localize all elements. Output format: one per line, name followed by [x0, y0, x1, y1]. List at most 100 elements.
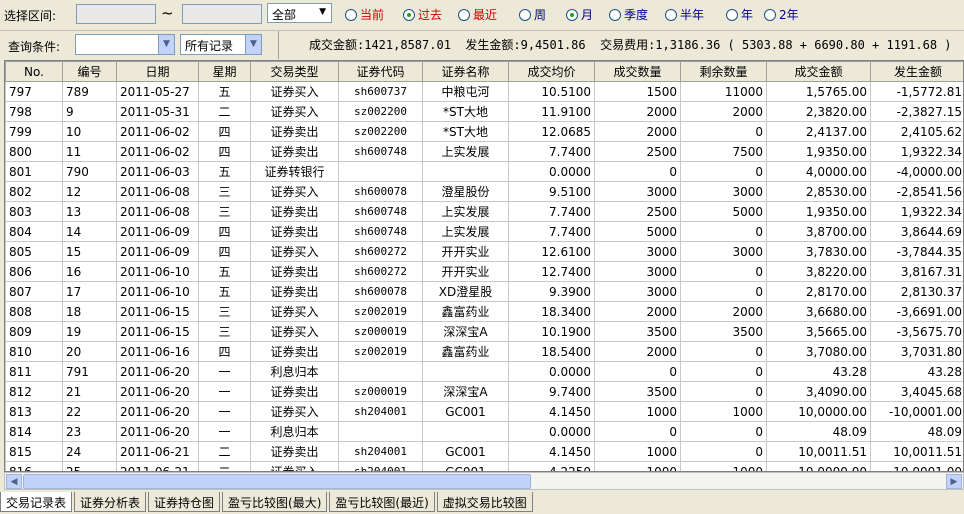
period-radio-4[interactable]: 月 [566, 6, 593, 23]
scope-value: 全部 [272, 8, 297, 22]
table-cell: 2011-06-08 [116, 181, 199, 202]
table-cell: 791 [62, 361, 117, 382]
scroll-left-icon[interactable]: ◀ [6, 474, 22, 489]
period-radio-8[interactable]: 2年 [764, 6, 799, 23]
period-radio-0[interactable]: 当前 [345, 6, 384, 23]
table-cell: 10,0011.51 [870, 441, 963, 462]
table-cell: GC001 [422, 441, 509, 462]
table-row[interactable]: 806 16 2011-06-10 五证券卖出 sh600272 开开实业 12.7400 3… [5, 261, 963, 282]
table-cell: 二 [198, 441, 251, 462]
table-cell: 五 [198, 281, 251, 302]
table-row[interactable]: 810 20 2011-06-16 四证券卖出 sz002019 鑫富药业 18.5400 2… [5, 341, 963, 362]
table-row[interactable]: 812 21 2011-06-20 一证券卖出 sz000019 深深宝A 9.7400 35… [5, 381, 963, 402]
period-radio-1[interactable]: 过去 [403, 6, 442, 23]
scrollbar-thumb[interactable] [23, 474, 531, 489]
period-radio-7[interactable]: 年 [726, 6, 753, 23]
table-row[interactable]: 804 14 2011-06-09 四证券卖出 sh600748 上实发展 7.7400 50… [5, 221, 963, 242]
column-header[interactable]: 成交数量 [594, 61, 681, 82]
table-cell: 3000 [594, 181, 681, 202]
table-cell: 3,7830.00 [766, 241, 871, 262]
period-radio-3[interactable]: 周 [519, 6, 546, 23]
tab-1[interactable]: 证券分析表 [74, 492, 147, 512]
records-select[interactable]: 所有记录 ▼ [180, 34, 262, 55]
column-header[interactable]: 证券代码 [338, 61, 423, 82]
table-row[interactable]: 809 19 2011-06-15 三证券买入 sz000019 深深宝A 10.1900 3… [5, 321, 963, 342]
table-cell: 四 [198, 141, 251, 162]
table-row[interactable]: 811 791 2011-06-20 一利息归本 0.0000 0 0 43.28 43.28 [5, 361, 963, 382]
table-cell: 2011-06-08 [116, 201, 199, 222]
table-cell: 802 [5, 181, 63, 202]
table-row[interactable]: 797 789 2011-05-27 五证券买入 sh600737 中粮屯河 10.5100… [5, 81, 963, 102]
table-cell: sz000019 [338, 321, 423, 342]
table-row[interactable]: 814 23 2011-06-20 一利息归本 0.0000 0 0 48.09 48.09 [5, 421, 963, 442]
table-cell: 11 [62, 141, 117, 162]
tab-0[interactable]: 交易记录表 [0, 492, 73, 512]
table-row[interactable]: 800 11 2011-06-02 四证券卖出 sh600748 上实发展 7.7400 25… [5, 141, 963, 162]
period-radio-2[interactable]: 最近 [458, 6, 497, 23]
table-cell: 22 [62, 401, 117, 422]
table-cell: 808 [5, 301, 63, 322]
column-header[interactable]: No. [5, 61, 63, 82]
table-row[interactable]: 816 25 2011-06-21 二证券买入 sh204001 GC001 4.2250 1… [5, 461, 963, 471]
table-cell: 0 [680, 261, 767, 282]
tab-4[interactable]: 盈亏比较图(最近) [329, 492, 435, 512]
table-cell: sh600272 [338, 241, 423, 262]
table-cell: 3,5665.00 [766, 321, 871, 342]
column-header[interactable]: 剩余数量 [680, 61, 767, 82]
table-cell: 2011-06-02 [116, 121, 199, 142]
table-row[interactable]: 815 24 2011-06-21 二证券卖出 sh204001 GC001 4.1450 1… [5, 441, 963, 462]
table-cell: 一 [198, 401, 251, 422]
table-row[interactable]: 807 17 2011-06-10 五证券卖出 sh600078 XD澄星股 9.3900 3… [5, 281, 963, 302]
column-header[interactable]: 日期 [116, 61, 199, 82]
column-header[interactable]: 发生金额 [870, 61, 963, 82]
table-row[interactable]: 805 15 2011-06-09 四证券买入 sh600272 开开实业 12.6100 3… [5, 241, 963, 262]
table-cell: -10,0001.00 [870, 401, 963, 422]
scope-dropdown[interactable]: 全部 ▼ [267, 3, 332, 23]
radio-label: 半年 [680, 8, 705, 22]
radio-label: 周 [534, 8, 547, 22]
column-header[interactable]: 星期 [198, 61, 251, 82]
scroll-right-icon[interactable]: ▶ [946, 474, 962, 489]
table-cell: 利息归本 [250, 361, 339, 382]
table-cell: 3,4045.68 [870, 381, 963, 402]
column-header[interactable]: 证券名称 [422, 61, 509, 82]
start-date-input[interactable] [76, 4, 156, 24]
horizontal-scrollbar[interactable]: ◀ ▶ [4, 472, 964, 490]
column-header[interactable]: 成交均价 [508, 61, 595, 82]
table-cell: 1000 [680, 401, 767, 422]
table-cell: 三 [198, 181, 251, 202]
column-header[interactable]: 交易类型 [250, 61, 339, 82]
table-cell: 2500 [594, 141, 681, 162]
tab-2[interactable]: 证券持仓图 [148, 492, 221, 512]
condition-select[interactable]: ▼ [75, 34, 175, 55]
trade-records-table[interactable]: No. 编号 日期 星期 交易类型 证券代码 证券名称 成交均价 成交数量 剩余数量 成交金额 发生金… [4, 60, 964, 472]
table-cell: 证券买入 [250, 301, 339, 322]
table-cell: 803 [5, 201, 63, 222]
radio-circle-icon [726, 8, 738, 21]
table-cell: 2000 [594, 341, 681, 362]
table-row[interactable]: 798 9 2011-05-31 二证券买入 sz002200 *ST大地 11.9100 2… [5, 101, 963, 122]
table-cell: 3500 [594, 381, 681, 402]
period-radio-6[interactable]: 半年 [665, 6, 704, 23]
table-cell: 利息归本 [250, 421, 339, 442]
table-row[interactable]: 803 13 2011-06-08 三证券卖出 sh600748 上实发展 7.7400 25… [5, 201, 963, 222]
column-header[interactable]: 编号 [62, 61, 117, 82]
tab-5[interactable]: 虚拟交易比较图 [436, 492, 533, 512]
table-cell: 3,6680.00 [766, 301, 871, 322]
table-row[interactable]: 802 12 2011-06-08 三证券买入 sh600078 澄星股份 9.5100 30… [5, 181, 963, 202]
table-row[interactable]: 801 790 2011-06-03 五证券转银行 0.0000 0 0 4,0000.00-… [5, 161, 963, 182]
table-row[interactable]: 813 22 2011-06-20 一证券买入 sh204001 GC001 4.1450 1… [5, 401, 963, 422]
table-cell: 2011-06-15 [116, 301, 199, 322]
table-row[interactable]: 808 18 2011-06-15 三证券买入 sz002019 鑫富药业 18.3400 2… [5, 301, 963, 322]
period-radio-5[interactable]: 季度 [609, 6, 648, 23]
table-cell: 2011-05-31 [116, 101, 199, 122]
tab-3[interactable]: 盈亏比较图(最大) [222, 492, 328, 512]
end-date-input[interactable] [182, 4, 262, 24]
table-row[interactable]: 799 10 2011-06-02 四证券卖出 sz002200 *ST大地 12.0685… [5, 121, 963, 142]
table-cell: 一 [198, 421, 251, 442]
column-header[interactable]: 成交金额 [766, 61, 871, 82]
table-cell: 证券转银行 [250, 161, 339, 182]
table-cell: sh204001 [338, 441, 423, 462]
table-cell: 7500 [680, 141, 767, 162]
table-cell: 18 [62, 301, 117, 322]
